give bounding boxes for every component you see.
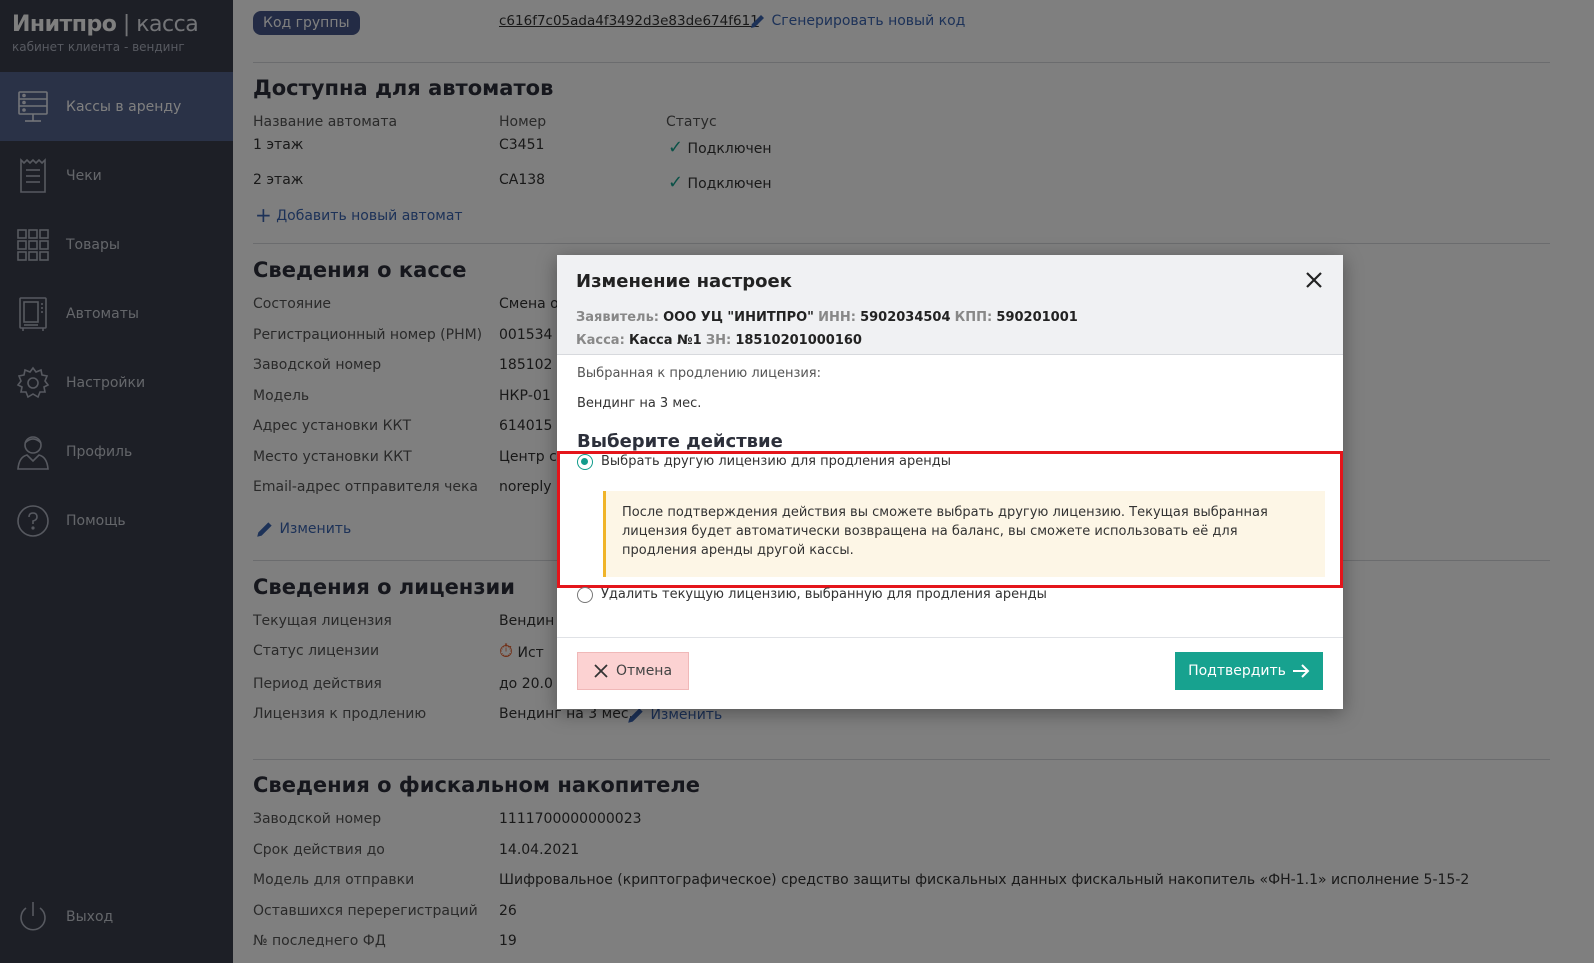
modal-header: Изменение настроек Заявитель: ООО УЦ "ИН… [557,255,1343,355]
close-icon[interactable] [1303,269,1325,291]
close-icon [594,664,608,678]
selected-license-label: Выбранная к продлению лицензия: [577,366,822,381]
modal-title: Изменение настроек [576,271,792,292]
choose-action-heading: Выберите действие [577,431,783,452]
arrow-right-icon [1292,664,1310,678]
settings-modal: Изменение настроек Заявитель: ООО УЦ "ИН… [557,255,1343,709]
confirm-button[interactable]: Подтвердить [1175,652,1323,690]
highlight-box [557,451,1343,588]
modal-meta: Заявитель: ООО УЦ "ИНИТПРО" ИНН: 5902034… [576,310,1078,348]
divider [557,637,1343,638]
cancel-button[interactable]: Отмена [577,652,689,690]
selected-license-value: Вендинг на 3 мес. [577,396,702,411]
radio-label-delete[interactable]: Удалить текущую лицензию, выбранную для … [601,587,1047,602]
radio-option-delete[interactable] [577,587,593,603]
